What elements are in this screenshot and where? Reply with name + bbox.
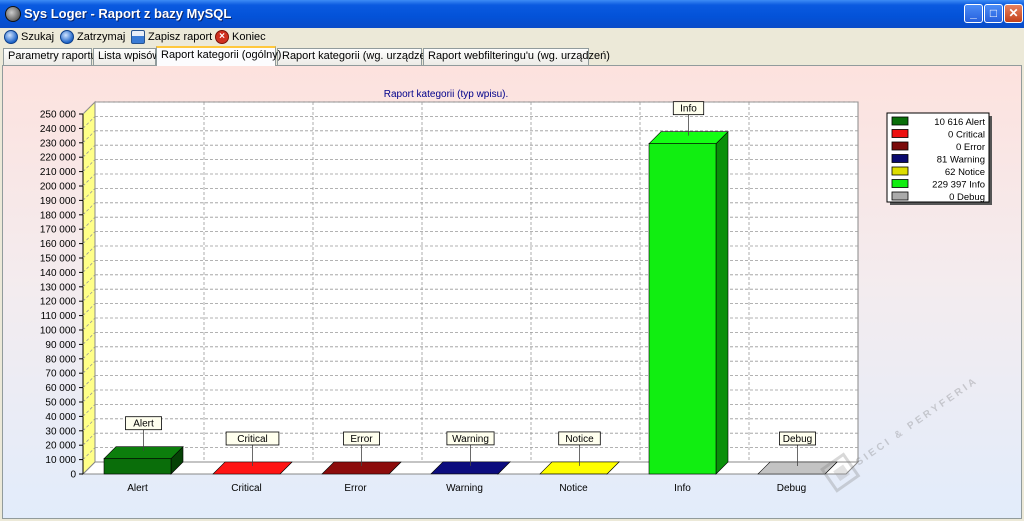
close-window-button[interactable]: ✕ <box>1004 4 1023 23</box>
y-tick-label: 60 000 <box>45 383 76 394</box>
y-tick-label: 120 000 <box>40 297 77 308</box>
y-tick-label: 140 000 <box>40 268 77 279</box>
y-tick-label: 130 000 <box>40 282 77 293</box>
plot-side-wall <box>82 100 96 476</box>
bar-label-info: Info <box>680 104 697 115</box>
x-tick-label-error: Error <box>344 483 367 494</box>
search-icon <box>4 30 18 44</box>
save-report-button-label: Zapisz raport <box>148 31 213 43</box>
minimize-button[interactable]: _ <box>964 4 983 23</box>
watermark-text: SIECI & PERYFERIA <box>854 375 981 468</box>
maximize-icon: □ <box>989 6 998 20</box>
y-tick-label: 50 000 <box>45 398 76 409</box>
bar-label-notice: Notice <box>565 434 594 445</box>
bar-label-warning: Warning <box>452 434 489 445</box>
bar-alert <box>103 458 172 475</box>
x-tick-label-debug: Debug <box>777 483 806 494</box>
tab-category-report-by-device[interactable]: Raport kategorii (wg. urządzeń) <box>277 48 435 65</box>
exit-button[interactable]: × Koniec <box>215 29 266 45</box>
y-tick-label: 110 000 <box>41 311 77 322</box>
bar-info <box>648 143 717 475</box>
y-tick-label: 230 000 <box>40 138 77 149</box>
legend-entry: 81 Warning <box>937 155 985 166</box>
y-tick-label: 90 000 <box>45 340 76 351</box>
y-tick-label: 160 000 <box>40 239 77 250</box>
legend-swatch <box>891 141 909 151</box>
window-title: Sys Loger - Raport z bazy MySQL <box>24 6 232 21</box>
legend-entry: 0 Critical <box>948 130 985 141</box>
y-tick-label: 190 000 <box>40 196 77 207</box>
y-tick-label: 200 000 <box>40 182 77 193</box>
y-tick-label: 240 000 <box>40 124 77 135</box>
y-tick-label: 150 000 <box>40 254 77 265</box>
close-icon: ✕ <box>1008 6 1019 20</box>
exit-button-label: Koniec <box>232 31 266 43</box>
legend-swatch <box>891 179 909 188</box>
y-tick-label: 70 000 <box>45 369 76 380</box>
x-tick-label-critical: Critical <box>231 483 262 494</box>
y-tick-label: 30 000 <box>45 426 76 437</box>
bar-label-critical: Critical <box>237 434 268 445</box>
legend-entry: 229 397 Info <box>932 180 985 191</box>
x-tick-label-info: Info <box>674 483 691 494</box>
bar-label-error: Error <box>350 434 373 445</box>
exit-icon: × <box>215 30 229 44</box>
category-bar-chart: Raport kategorii (typ wpisu). 0 10 000 20 … <box>40 89 992 494</box>
y-tick-label: 20 000 <box>45 441 76 452</box>
tab-report-parameters[interactable]: Parametry raportu <box>3 48 97 65</box>
tab-category-report-general[interactable]: Raport kategorii (ogólny) <box>156 46 281 66</box>
y-tick-label: 170 000 <box>40 225 77 236</box>
title-bar: Sys Loger - Raport z bazy MySQL _ □ ✕ <box>0 0 1024 28</box>
tab-strip: Parametry raportu Lista wpisów Raport ka… <box>0 46 1024 66</box>
tab-entry-list[interactable]: Lista wpisów <box>93 48 160 65</box>
legend-entry: 0 Debug <box>949 192 985 203</box>
legend: 10 616 Alert 0 Critical0 Error 81 Warning6… <box>886 112 992 205</box>
minimize-icon: _ <box>970 6 977 20</box>
y-tick-label: 80 000 <box>45 354 76 365</box>
save-icon <box>131 30 145 44</box>
plot-back-wall <box>94 101 859 463</box>
save-report-button[interactable]: Zapisz raport <box>131 29 212 45</box>
maximize-button[interactable]: □ <box>984 4 1003 23</box>
chart-panel: Raport kategorii (typ wpisu). 0 10 000 20 … <box>2 65 1022 519</box>
app-icon <box>5 6 21 22</box>
legend-swatch <box>891 191 909 201</box>
stop-button-label: Zatrzymaj <box>77 31 126 43</box>
legend-entry: 10 616 Alert <box>934 117 985 128</box>
y-tick-label: 100 000 <box>40 326 77 337</box>
legend-entry: 62 Notice <box>945 167 985 178</box>
toolbar: Szukaj Zatrzymaj Zapisz raport × Koniec <box>0 28 1024 46</box>
x-tick-label-alert: Alert <box>127 483 148 494</box>
bar-label-alert: Alert <box>133 419 154 430</box>
legend-swatch <box>891 154 909 163</box>
chart-title: Raport kategorii (typ wpisu). <box>384 89 509 100</box>
y-tick-label: 210 000 <box>40 167 77 178</box>
y-tick-label: 250 000 <box>40 110 77 121</box>
bar-label-debug: Debug <box>783 434 812 445</box>
bar-info-side <box>715 130 729 475</box>
y-tick-label: 180 000 <box>40 210 77 221</box>
stop-icon <box>60 30 74 44</box>
x-axis-labels: Alert Critical Error Warning Notice Info Debug <box>127 483 806 494</box>
x-tick-label-warning: Warning <box>446 483 483 494</box>
y-tick-label: 0 <box>70 470 76 481</box>
legend-swatch <box>891 116 909 126</box>
y-tick-label: 40 000 <box>45 412 76 423</box>
tab-webfiltering-report[interactable]: Raport webfilteringu'u (wg. urządzeń) <box>423 48 610 65</box>
y-axis-ticks: 0 10 000 20 000 30 000 40 000 50 000 60 000 70 … <box>40 110 83 481</box>
search-button[interactable]: Szukaj <box>4 29 54 45</box>
legend-swatch <box>891 166 909 176</box>
y-tick-label: 10 000 <box>45 455 76 466</box>
stop-button[interactable]: Zatrzymaj <box>60 29 125 45</box>
x-tick-label-notice: Notice <box>559 483 588 494</box>
legend-entry: 0 Error <box>956 142 985 153</box>
search-button-label: Szukaj <box>21 31 55 43</box>
y-tick-label: 220 000 <box>40 153 77 164</box>
legend-swatch <box>891 129 909 138</box>
